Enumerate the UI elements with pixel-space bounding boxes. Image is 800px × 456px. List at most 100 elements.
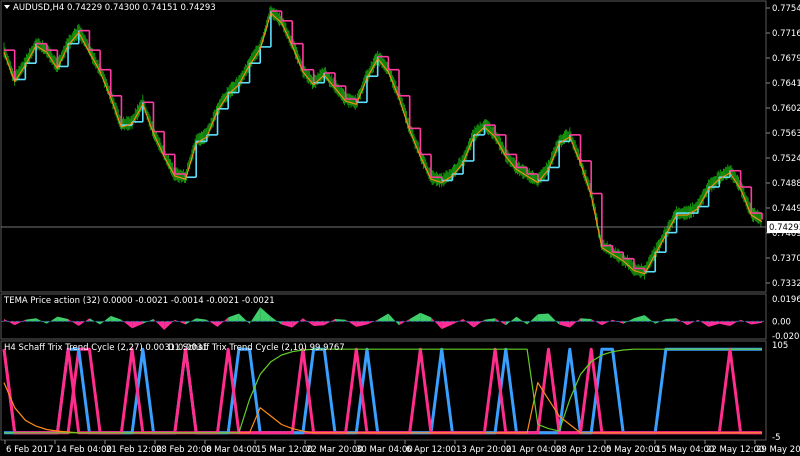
tema-hist-segment bbox=[132, 321, 143, 329]
tema-hist-segment bbox=[431, 317, 442, 330]
tema-hist-segment bbox=[697, 319, 709, 327]
tema-hist-segment bbox=[206, 319, 218, 327]
stc-axis: 105 -5 bbox=[772, 341, 788, 443]
tema-hist-segment bbox=[601, 319, 613, 326]
tema-hist-segment bbox=[527, 314, 538, 325]
tema-histogram bbox=[1, 307, 766, 330]
price-label: 0.77547 bbox=[772, 4, 800, 14]
tema-hist-segment bbox=[356, 321, 367, 327]
time-axis: 6 Feb 2017 14 Feb 04:0021 Feb 12:0028 Feb… bbox=[4, 440, 800, 455]
price-label: 0.74885 bbox=[772, 179, 800, 189]
tema-hist-segment bbox=[68, 318, 79, 327]
tema-hist-segment bbox=[729, 319, 741, 327]
price-label: 0.76410 bbox=[772, 79, 800, 89]
tema-hist-segment bbox=[345, 319, 357, 327]
tema-hist-segment bbox=[302, 318, 314, 327]
tema-hist-segment bbox=[46, 316, 58, 324]
tema-mid-line bbox=[3, 12, 763, 275]
tema-hist-segment bbox=[366, 319, 378, 325]
tema-hist-segment bbox=[537, 313, 549, 322]
tema-hist-segment bbox=[292, 318, 303, 328]
price-label: 0.73707 bbox=[772, 254, 800, 264]
time-label: 5 May 20:00 bbox=[606, 445, 659, 455]
tema-tick-label: 0.0196 bbox=[772, 295, 800, 305]
time-label: 22 Mar 20:00 bbox=[306, 445, 363, 455]
tema-hist-segment bbox=[313, 321, 325, 327]
tema-hist-segment bbox=[217, 317, 229, 327]
tema-hist-segment bbox=[388, 313, 400, 326]
tema-hist-segment bbox=[559, 321, 570, 328]
tema-hist-segment bbox=[4, 318, 15, 326]
stc-series-line bbox=[4, 348, 762, 434]
stc-series-line bbox=[3, 382, 762, 434]
tema-hist-segment bbox=[708, 321, 720, 327]
tema-hist-segment bbox=[324, 318, 335, 326]
tema-hist-segment bbox=[281, 321, 293, 328]
tema-hist-segment bbox=[57, 316, 69, 322]
tema-hist-segment bbox=[174, 319, 186, 325]
price-label: 0.77160 bbox=[772, 29, 800, 39]
stc-series-line bbox=[4, 347, 762, 435]
tema-hist-segment bbox=[548, 313, 560, 325]
tema-hist-segment bbox=[260, 307, 271, 322]
current-price-label: 0.74293 bbox=[769, 223, 800, 233]
tema-hist-segment bbox=[516, 316, 528, 325]
time-label: 28 Feb 20:00 bbox=[156, 445, 212, 455]
tema-hist-segment bbox=[100, 315, 111, 325]
time-label: 21 Feb 12:00 bbox=[106, 445, 162, 455]
tema-hist-segment bbox=[409, 312, 421, 322]
price-label: 0.73327 bbox=[772, 279, 800, 289]
tema-hist-segment bbox=[633, 315, 645, 322]
price-label: 0.75248 bbox=[772, 154, 800, 164]
tema-hist-segment bbox=[399, 318, 410, 326]
tema-hist-segment bbox=[78, 318, 90, 327]
time-label: 15 Mar 12:00 bbox=[256, 445, 313, 455]
tema-axis: 0.01960.00-0.0200 bbox=[772, 295, 800, 342]
price-label: 0.75635 bbox=[772, 129, 800, 139]
main-panel-frame bbox=[0, 0, 767, 293]
stc-panel-frame bbox=[0, 340, 767, 441]
time-label: 13 Apr 20:00 bbox=[456, 445, 511, 455]
tema-hist-segment bbox=[238, 313, 250, 324]
triangle-down-icon[interactable] bbox=[4, 5, 10, 9]
time-label: 29 May 20:00 bbox=[756, 445, 800, 455]
tema-hist-segment bbox=[740, 319, 752, 325]
stc-tick-label: -5 bbox=[772, 433, 780, 443]
chart-canvas: AUDUSD,H4 0.74229 0.74300 0.74151 0.7429… bbox=[0, 0, 800, 455]
stc-series-line bbox=[2, 347, 762, 435]
time-label: 14 Feb 04:00 bbox=[56, 445, 112, 455]
symbol-info: AUDUSD,H4 0.74229 0.74300 0.74151 0.7429… bbox=[13, 3, 216, 13]
price-series bbox=[3, 5, 762, 280]
time-label: 6 Feb 2017 bbox=[6, 445, 54, 455]
tema-hist-segment bbox=[441, 321, 453, 330]
price-label: 0.76797 bbox=[772, 54, 800, 64]
stc-lines bbox=[2, 347, 762, 435]
tema-hist-segment bbox=[110, 315, 122, 322]
tema-hist-segment bbox=[719, 321, 730, 327]
tema-overlay bbox=[3, 10, 763, 275]
time-label: 8 Mar 04:00 bbox=[206, 445, 257, 455]
price-label: 0.76023 bbox=[772, 104, 800, 114]
price-axis: 0.77547 0.77160 0.76797 0.76410 0.76023 0.756… bbox=[766, 4, 800, 289]
price-label: 0.74497 bbox=[772, 204, 800, 214]
tema-hist-segment bbox=[228, 313, 239, 322]
stc-series-line bbox=[2, 347, 762, 435]
tema-hist-segment bbox=[153, 318, 165, 330]
tema-tick-label: 0.00 bbox=[772, 317, 791, 327]
tema-hist-segment bbox=[591, 318, 602, 326]
tema-hist-segment bbox=[377, 313, 389, 322]
tema-hist-segment bbox=[14, 319, 26, 326]
tema-hist-segment bbox=[644, 315, 656, 324]
time-label: 6 Apr 12:00 bbox=[406, 445, 456, 455]
tema-hist-segment bbox=[569, 318, 581, 328]
tema-hist-segment bbox=[463, 318, 474, 328]
tema-hist-segment bbox=[270, 316, 282, 325]
stc-tick-label: 105 bbox=[772, 341, 788, 351]
tema-hist-segment bbox=[687, 319, 698, 326]
time-label: 21 Apr 04:00 bbox=[506, 445, 561, 455]
tema-hist-segment bbox=[420, 312, 432, 322]
stc-title-d1: D1 Schaff Trix Trend Cycle (2,10) 99.976… bbox=[168, 343, 345, 353]
time-label: 30 Mar 04:00 bbox=[356, 445, 413, 455]
tema-title: TEMA Price action (32) 0.0000 -0.0021 -0… bbox=[3, 296, 275, 306]
time-label: 28 Apr 12:00 bbox=[556, 445, 611, 455]
